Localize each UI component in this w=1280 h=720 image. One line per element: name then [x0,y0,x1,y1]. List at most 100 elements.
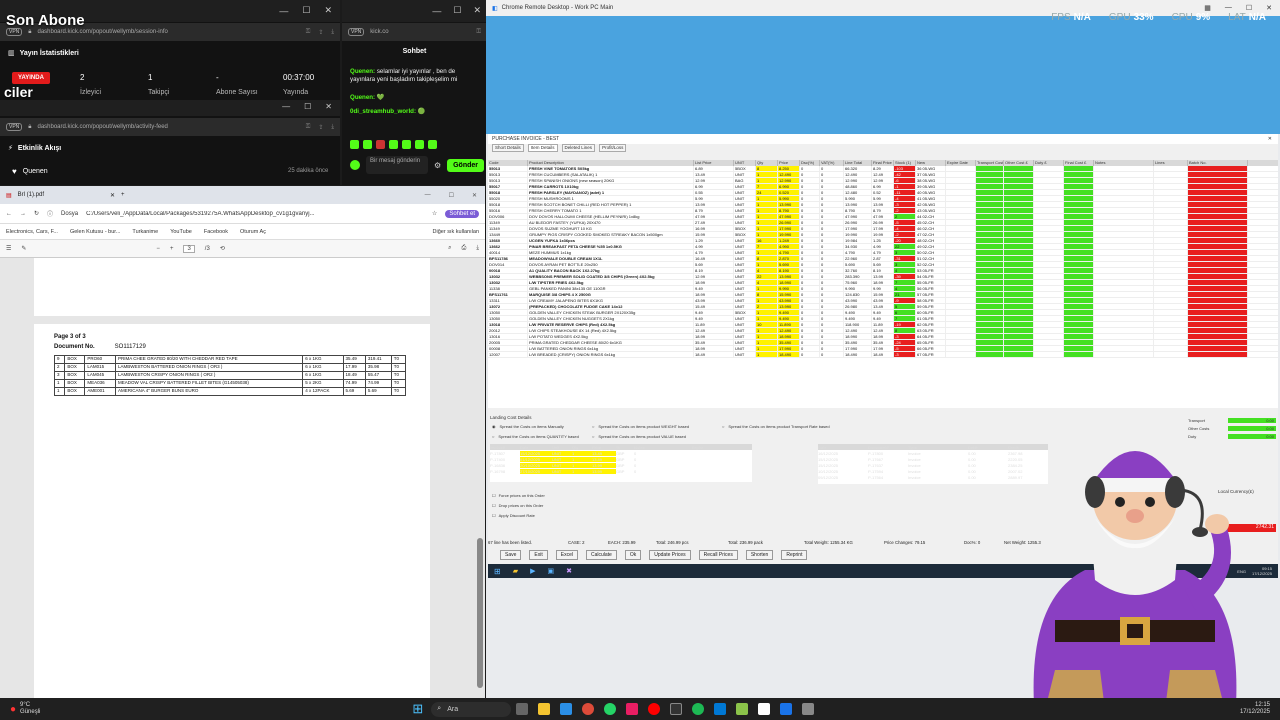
table-cell[interactable]: 5.990 [778,196,800,201]
table-cell[interactable]: 4.790 [778,250,800,255]
activity-url-bar[interactable]: VPN 🔒︎ dashboard.kick.com/popout/wellymb… [0,118,340,136]
table-cell[interactable]: 4.990 [778,244,800,249]
table-cell[interactable]: 12.490 [778,172,800,177]
table-cell[interactable]: 8.790 [778,208,800,213]
column-header[interactable]: Price [592,445,616,450]
action-button[interactable]: Shorten [745,550,774,560]
table-cell[interactable]: 1 [756,262,778,267]
column-header[interactable]: Expire [692,445,732,450]
table-cell[interactable]: 0.520 [778,190,800,195]
column-header[interactable]: % [616,445,634,450]
windows-icon[interactable]: ⊞ [494,567,501,576]
bookmark-item[interactable]: Electronics, Cars, F... [6,229,58,235]
chat-url[interactable]: kick.co [370,29,470,35]
table-cell[interactable]: 2.870 [778,256,800,261]
table-cell[interactable]: 16 [756,238,778,243]
settings-icon[interactable]: ⚙ [434,161,441,170]
page-input[interactable]: 3 [183,244,195,253]
table-cell[interactable]: 17.990 [778,226,800,231]
forward-icon[interactable]: → [20,211,26,217]
table-cell[interactable]: 26.990 [778,220,800,225]
table-cell[interactable]: 7 [756,244,778,249]
table-cell[interactable]: 1 [756,346,778,351]
checkbox-label[interactable]: Drop prices on this Order [499,503,544,508]
emote-icon[interactable] [363,140,372,149]
table-cell[interactable]: 7 [756,184,778,189]
save-icon[interactable]: ⤓ [476,245,479,252]
table-cell[interactable]: 6.990 [778,184,800,189]
star-icon[interactable]: ☆ [432,210,437,217]
table-cell[interactable]: 1 [756,286,778,291]
table-cell[interactable]: 1 [756,178,778,183]
tab-item-details[interactable]: Item Details [527,144,558,152]
column-header[interactable]: Date [818,445,868,450]
table-cell[interactable]: 1 [756,328,778,333]
close-icon[interactable]: ✕ [324,5,332,16]
chat-input[interactable]: Bir mesaj gönderin [366,156,428,174]
column-header[interactable]: Notes [634,445,692,450]
list-icon[interactable]: ☰ [6,245,11,252]
radio-icon[interactable]: ◉ [492,424,496,429]
table-cell[interactable]: 47.990 [778,214,800,219]
chat-url-bar[interactable]: VPN kick.co ⚿ [342,23,487,41]
minimize-icon[interactable]: — [425,192,431,199]
table-cell[interactable]: 8 [756,166,778,171]
radio-icon[interactable]: ○ [492,434,494,439]
share-icon[interactable]: ⇪ [318,124,323,131]
taskbar-search[interactable]: ⌕ Ara [431,701,512,717]
table-cell[interactable]: 13.990 [778,274,800,279]
table-cell[interactable]: 9.990 [778,286,800,291]
table-cell[interactable]: 13.990 [778,202,800,207]
column-header[interactable]: Unit [552,445,572,450]
key-icon[interactable]: ⚿ [306,124,311,131]
checkbox-icon[interactable]: ☐ [492,493,496,498]
table-cell[interactable]: 43.990 [778,298,800,303]
spotify-icon[interactable] [692,703,705,715]
chrome-icon[interactable] [582,703,595,715]
app-icon[interactable]: ✖ [566,567,572,575]
minimize-icon[interactable]: — [432,6,441,16]
table-cell[interactable]: 1 [756,298,778,303]
action-button[interactable]: Calculate [585,550,617,560]
table-cell[interactable]: 18.490 [778,352,800,357]
table-cell[interactable]: 1 [756,226,778,231]
pdf-scrollbar[interactable] [477,538,483,688]
minimize-icon[interactable]: — [1225,4,1232,12]
table-cell[interactable]: 1 [756,310,778,315]
search-icon[interactable]: ⌕ [448,245,451,252]
maximize-icon[interactable]: ☐ [302,5,310,16]
table-cell[interactable]: 1 [756,202,778,207]
print-icon[interactable]: ⎙ [462,245,467,252]
emoji-icon[interactable] [350,160,360,170]
app-icon[interactable] [758,703,771,715]
column-header[interactable]: Type [908,445,968,450]
table-cell[interactable]: 2 [756,304,778,309]
tab-close-icon[interactable]: ✕ [110,192,115,199]
app-icon[interactable]: ▶ [530,567,535,575]
clock-block[interactable]: 12:15 17/12/2025 [1240,702,1270,716]
close-icon[interactable]: ✕ [325,102,332,111]
app-icon[interactable]: ▣ [547,567,554,575]
folder-icon[interactable]: ▰ [513,567,518,575]
spread-option[interactable]: Spread the Costs on items product Transp… [728,424,829,429]
table-cell[interactable]: 10 [756,322,778,327]
emote-icon[interactable] [402,140,411,149]
bookmark-item[interactable]: Gelen Kutusu - bur... [70,229,120,235]
checkbox-label[interactable]: Force prices on this Order [499,493,545,498]
table-cell[interactable]: 8 [756,256,778,261]
stats-url[interactable]: dashboard.kick.com/popout/wellymb/sessio… [37,29,299,35]
app-icon[interactable] [736,703,749,715]
zoom-in-icon[interactable]: + [170,246,174,252]
table-cell[interactable]: 18.990 [778,334,800,339]
table-cell[interactable]: 1 [756,250,778,255]
spread-option[interactable]: Spread the Costs on items product VALUE … [598,434,686,439]
calendar-icon[interactable]: ▦ [1204,4,1211,12]
tab-profit-loss[interactable]: Profit/Loss [599,144,627,152]
pdf-tab-title[interactable]: Brl (1).pdf [18,192,44,198]
table-cell[interactable]: 12.990 [778,178,800,183]
table-cell[interactable]: 1 [756,196,778,201]
maximize-icon[interactable]: ☐ [453,5,461,16]
table-row[interactable]: 12007 L/W BREADED (CRISPY) ONION RINGS 6x… [488,352,1278,358]
emote-icon[interactable] [350,140,359,149]
chat-username[interactable]: Quenen: [350,94,375,101]
